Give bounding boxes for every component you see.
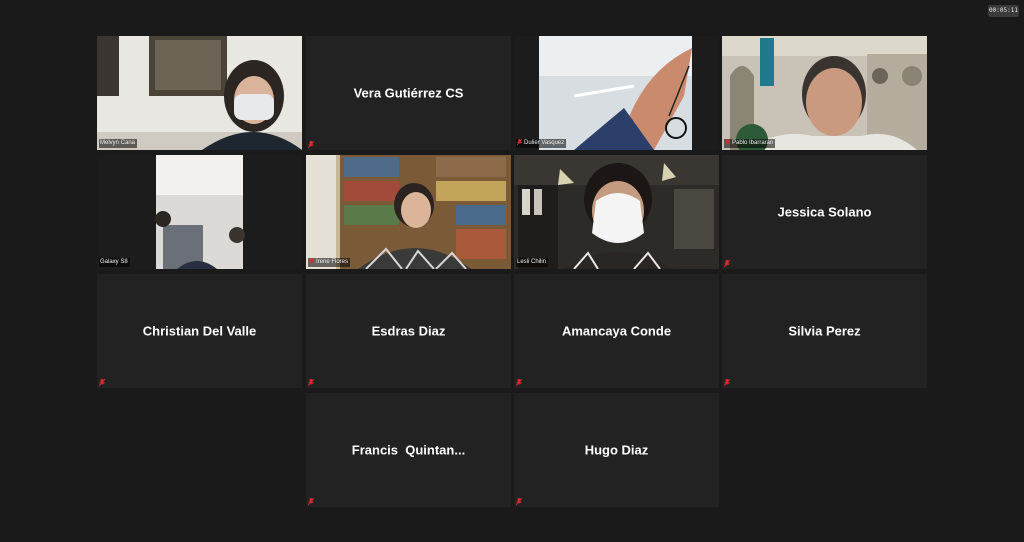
video-tile-esdras-diaz[interactable]: Esdras Diaz (306, 274, 511, 388)
muted-mic-icon (724, 260, 730, 267)
participant-label: Irene Flores (308, 258, 351, 267)
participant-name: Vera Gutiérrez CS (353, 85, 464, 101)
participant-name: Francis Quintan... (351, 442, 466, 458)
participant-video (722, 36, 927, 150)
muted-mic-icon (516, 498, 522, 505)
muted-mic-icon (725, 139, 730, 146)
participant-video (97, 155, 302, 269)
video-tile-vera-gutierrez[interactable]: Vera Gutiérrez CS (306, 36, 511, 150)
participant-name: Hugo Diaz (584, 442, 649, 458)
participant-label: Lesli Chilin (516, 258, 549, 267)
video-tile-jessica-solano[interactable]: Jessica Solano (722, 155, 927, 269)
video-tile-irene-flores[interactable]: Irene Flores (306, 155, 511, 269)
muted-mic-icon (308, 379, 314, 386)
video-tile-francis-quintana[interactable]: Francis Quintan... (306, 393, 511, 507)
participant-video (306, 155, 511, 269)
participant-name: Amancaya Conde (561, 323, 672, 339)
meeting-timer: 00:05:11 (988, 5, 1019, 17)
video-tile-melvyn-cana[interactable]: Melvyn Cana (97, 36, 302, 150)
participant-name: Esdras Diaz (371, 323, 446, 339)
participant-video (514, 155, 719, 269)
muted-mic-icon (517, 139, 522, 146)
participant-label: Galaxy S8 (99, 258, 130, 267)
muted-mic-icon (99, 379, 105, 386)
muted-mic-icon (724, 379, 730, 386)
video-tile-pablo-ibarraran[interactable]: Pablo Ibarraran (722, 36, 927, 150)
participant-label: Melvyn Cana (99, 139, 138, 148)
participant-name: Silvia Perez (788, 323, 861, 339)
muted-mic-icon (309, 258, 314, 265)
muted-mic-icon (516, 379, 522, 386)
video-tile-amancaya-conde[interactable]: Amancaya Conde (514, 274, 719, 388)
participant-video (514, 36, 719, 150)
participant-name: Jessica Solano (777, 204, 872, 220)
muted-mic-icon (308, 498, 314, 505)
video-tile-lesli-chilin[interactable]: Lesli Chilin (514, 155, 719, 269)
video-tile-christian-del-valle[interactable]: Christian Del Valle (97, 274, 302, 388)
video-tile-silvia-perez[interactable]: Silvia Perez (722, 274, 927, 388)
participant-video (97, 36, 302, 150)
video-tile-dulier-vasquez[interactable]: Dulier Vasquez (514, 36, 719, 150)
participant-label: Pablo Ibarraran (724, 139, 776, 148)
participant-name: Christian Del Valle (142, 323, 257, 339)
video-tile-galaxy-s8[interactable]: Galaxy S8 (97, 155, 302, 269)
video-tile-hugo-diaz[interactable]: Hugo Diaz (514, 393, 719, 507)
muted-mic-icon (308, 141, 314, 148)
participant-label: Dulier Vasquez (516, 139, 567, 148)
